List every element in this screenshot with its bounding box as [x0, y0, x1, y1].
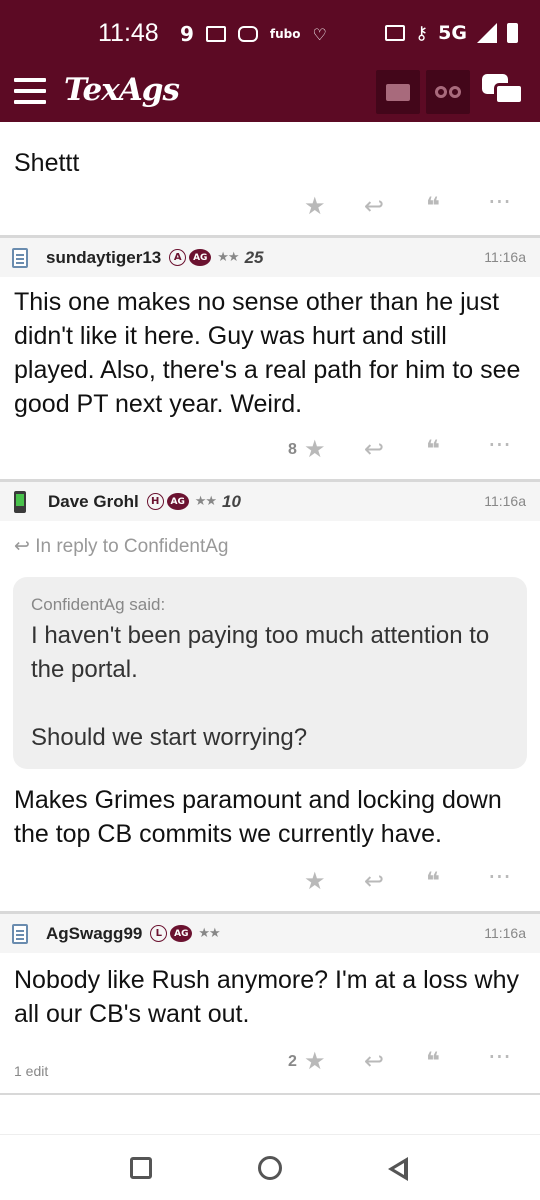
post-body: Nobody like Rush anymore? I'm at a loss …	[14, 966, 519, 1028]
instagram-icon	[237, 26, 258, 42]
post-actions: 8 ★ ↩ ❝ ···	[0, 421, 540, 479]
star-icon[interactable]: ★	[304, 1049, 326, 1073]
mail-icon	[205, 26, 226, 42]
app-header: TexAgs	[0, 64, 540, 122]
binoculars-icon	[435, 86, 461, 98]
quote-icon[interactable]: ❝	[426, 194, 440, 218]
messages-button[interactable]	[376, 70, 420, 114]
reply-icon[interactable]: ↩	[364, 437, 384, 461]
post-header: AgSwagg99 L AG ★★ 11:16a	[0, 913, 540, 953]
reply-to-link[interactable]: ↩ In reply to ConfidentAg	[0, 521, 540, 571]
system-nav-bar	[0, 1134, 540, 1200]
post: Dave Grohl H AG ★★ 10 11:16a ↩ In reply …	[0, 481, 540, 913]
post-body: Shettt	[14, 149, 80, 177]
like-count: 2	[288, 1053, 297, 1070]
reply-to-text: In reply to ConfidentAg	[35, 536, 229, 557]
menu-icon[interactable]	[14, 78, 46, 104]
post-body: This one makes no sense other than he ju…	[14, 288, 521, 418]
quote-author: ConfidentAg said:	[31, 595, 166, 614]
mobile-icon	[14, 490, 26, 513]
site-logo[interactable]: TexAgs	[64, 72, 180, 108]
post-actions: 1 edit 2 ★ ↩ ❝ ···	[0, 1031, 540, 1093]
quote-icon[interactable]: ❝	[426, 869, 440, 893]
battery-icon	[507, 23, 518, 43]
envelope-icon	[386, 83, 410, 101]
network-label: 5G	[438, 22, 467, 44]
post-username[interactable]: sundaytiger13	[46, 248, 161, 268]
home-button[interactable]	[258, 1156, 282, 1180]
user-badge: H	[146, 493, 164, 510]
quote-block: ConfidentAg said: I haven't been paying …	[13, 577, 527, 769]
fubo-icon: fubo	[269, 27, 301, 41]
post: Shettt ★ ↩ ❝ ···	[0, 122, 540, 237]
star-icon[interactable]: ★	[304, 194, 326, 218]
post-time: 11:16a	[484, 493, 526, 509]
quote-icon[interactable]: ❝	[426, 1049, 440, 1073]
edit-note[interactable]: 1 edit	[14, 1063, 48, 1079]
iheart-icon: ♡	[312, 24, 327, 44]
recent-apps-button[interactable]	[130, 1157, 152, 1179]
nfc-icon	[384, 25, 405, 41]
like-count: 8	[288, 441, 297, 458]
post: AgSwagg99 L AG ★★ 11:16a Nobody like Rus…	[0, 913, 540, 1095]
star-icon[interactable]: ★	[304, 437, 326, 461]
chat-icon[interactable]	[482, 74, 524, 108]
post-type-icon	[12, 923, 28, 944]
user-stars: ★★	[217, 250, 239, 265]
ag-badge: AG	[166, 493, 189, 510]
post-body: Makes Grimes paramount and locking down …	[14, 786, 502, 848]
status-bar: 11:48 9 fubo ♡ ⚷ 5G	[0, 0, 540, 64]
reply-icon[interactable]: ↩	[364, 194, 384, 218]
key-icon: ⚷	[414, 22, 429, 44]
more-icon[interactable]: ···	[488, 190, 511, 214]
user-years: 25	[244, 247, 264, 267]
post-time: 11:16a	[484, 925, 526, 941]
post-actions: ★ ↩ ❝ ···	[0, 188, 540, 235]
user-badge: L	[150, 925, 168, 942]
post-header: Dave Grohl H AG ★★ 10 11:16a	[0, 481, 540, 521]
user-stars: ★★	[198, 926, 220, 941]
post-time: 11:16a	[484, 249, 526, 265]
ag-badge: AG	[170, 925, 193, 942]
post-username[interactable]: AgSwagg99	[46, 924, 142, 944]
post-header: sundaytiger13 A AG ★★ 25 11:16a	[0, 237, 540, 277]
signal-icon	[477, 23, 497, 43]
star-icon[interactable]: ★	[304, 869, 326, 893]
back-button[interactable]	[388, 1157, 408, 1181]
user-stars: ★★	[194, 494, 217, 509]
user-years: 10	[222, 491, 241, 511]
quote-icon[interactable]: ❝	[426, 437, 440, 461]
post-type-icon	[12, 247, 28, 268]
reply-icon[interactable]: ↩	[364, 869, 384, 893]
reply-arrow-icon: ↩	[14, 536, 30, 557]
ag-badge: AG	[189, 249, 212, 266]
post-username[interactable]: Dave Grohl	[48, 492, 139, 512]
status-notification-icons: 9 fubo ♡	[180, 22, 327, 46]
reply-icon[interactable]: ↩	[364, 1049, 384, 1073]
post-actions: ★ ↩ ❝ ···	[0, 851, 540, 911]
more-icon[interactable]: ···	[488, 865, 511, 889]
notification-9-icon: 9	[180, 22, 194, 46]
quote-text-1: I haven't been paying too much attention…	[31, 622, 490, 683]
thread-content: Shettt ★ ↩ ❝ ··· sundaytiger13 A AG ★★ 2…	[0, 122, 540, 1134]
status-time: 11:48	[98, 19, 159, 47]
status-system-icons: ⚷ 5G	[384, 22, 518, 44]
watch-button[interactable]	[426, 70, 470, 114]
quote-text-2: Should we start worrying?	[31, 724, 308, 751]
more-icon[interactable]: ···	[488, 1045, 511, 1069]
more-icon[interactable]: ···	[488, 433, 511, 457]
post: sundaytiger13 A AG ★★ 25 11:16a This one…	[0, 237, 540, 481]
user-badge: A	[169, 249, 187, 266]
